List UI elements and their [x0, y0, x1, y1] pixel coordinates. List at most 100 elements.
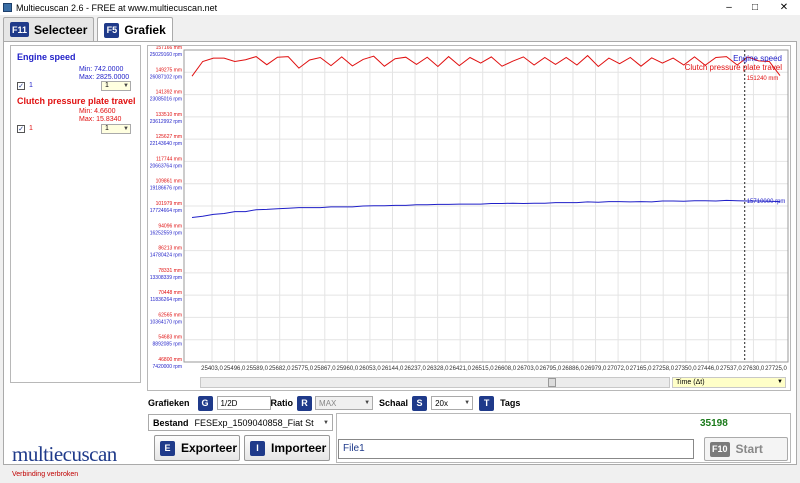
y-tick-label-rpm: 11836264 rpm	[150, 297, 182, 303]
file-name-value: File1	[343, 443, 365, 454]
signal-min: Min: 4.6600	[79, 108, 116, 115]
cursor-value-mm: 151240 mm	[747, 76, 779, 82]
x-tick-label: 25682,0	[269, 366, 291, 372]
signal-max: Max: 15.8340	[79, 116, 122, 123]
x-tick-label: 27165,0	[630, 366, 652, 372]
start-button[interactable]: F10 Start	[704, 437, 788, 461]
app-icon	[3, 3, 12, 12]
y-tick-label-mm: 54683 mm	[158, 335, 182, 341]
app-window: Multiecuscan 2.6 - FREE at www.multiecus…	[0, 0, 800, 483]
y-tick-label-mm: 125627 mm	[156, 134, 182, 140]
legend-engine-speed: Engine speed	[733, 54, 782, 63]
key-badge: G	[197, 395, 213, 411]
select-value: 1	[105, 82, 109, 89]
key-badge: F5	[104, 22, 120, 38]
y-tick-label-rpm: 7420000 rpm	[153, 364, 182, 370]
signal-max: Max: 2825.0000	[79, 74, 130, 81]
signal-checkbox[interactable]: ✓	[17, 125, 25, 133]
signal-scale-select[interactable]: 1 ▼	[101, 124, 131, 134]
export-label: Exporteer	[181, 441, 238, 455]
y-tick-label-mm: 101979 mm	[156, 201, 182, 207]
sample-counter: 35198	[700, 418, 728, 429]
chevron-down-icon: ▼	[123, 126, 129, 132]
start-label: Start	[735, 442, 763, 456]
tab-selecteer[interactable]: F11 Selecteer	[3, 17, 95, 41]
y-tick-label-mm: 78331 mm	[158, 268, 182, 274]
graph-area[interactable]: 25403,0 25496,0 25589,0 25682,0 25775,0 25867…	[147, 45, 791, 391]
minimize-icon[interactable]: –	[716, 0, 742, 15]
grafieken-label: Grafieken	[148, 398, 190, 408]
x-tick-label: 26703,0	[517, 366, 539, 372]
x-tick-label: 26795,0	[540, 366, 562, 372]
y-tick-label-mm: 62565 mm	[158, 312, 182, 318]
tab-label: Selecteer	[34, 22, 88, 37]
tags-toggle[interactable]: Tags	[500, 398, 520, 408]
x-tick-label: 27350,0	[675, 366, 697, 372]
export-button[interactable]: E Exporteer	[154, 435, 240, 461]
maximize-icon[interactable]: □	[742, 0, 768, 15]
y-tick-label-rpm: 23085016 rpm	[150, 97, 182, 103]
graph-svg: 25403,0 25496,0 25589,0 25682,0 25775,0 25867…	[150, 46, 789, 372]
y-tick-label-rpm: 14780424 rpm	[150, 253, 182, 259]
y-tick-label-mm: 94096 mm	[158, 223, 182, 229]
signal-name-clutch: Clutch pressure plate travel	[17, 96, 136, 106]
bestand-label: Bestand	[153, 417, 189, 428]
file-name-field[interactable]: File1	[338, 439, 694, 459]
chevron-down-icon: ▼	[123, 83, 129, 89]
ratio-select[interactable]: MAX ▼	[315, 396, 374, 410]
signal-scale-select[interactable]: 1 ▼	[101, 81, 131, 91]
x-tick-label: 26328,0	[427, 366, 449, 372]
connection-status: Verbinding verbroken	[12, 471, 79, 478]
file-select[interactable]: Bestand FESExp_1509040858_Fiat St ▼	[148, 414, 333, 431]
y-tick-label-mm: 109861 mm	[156, 179, 182, 185]
x-tick-label: 27725,0	[765, 366, 787, 372]
chevron-down-icon: ▼	[364, 400, 371, 406]
schaal-label: Schaal	[379, 398, 409, 408]
key-badge: F10	[710, 441, 730, 457]
x-tick-label: 26144,0	[382, 366, 404, 372]
y-tick-label-mm: 133510 mm	[156, 112, 182, 118]
select-value: 20x	[435, 398, 448, 408]
x-tick-label: 27630,0	[743, 366, 765, 372]
x-tick-label: 26886,0	[562, 366, 584, 372]
tab-bar: F11 Selecteer F5 Grafiek	[3, 17, 173, 42]
x-tick-label: 25589,0	[246, 366, 268, 372]
x-tick-label: 27072,0	[607, 366, 629, 372]
scroll-thumb[interactable]	[548, 378, 556, 387]
signal-check-label: 1	[29, 125, 33, 132]
x-tick-label: 25960,0	[337, 366, 359, 372]
signal-checkbox[interactable]: ✓	[17, 82, 25, 90]
window-title: Multiecuscan 2.6 - FREE at www.multiecus…	[16, 2, 218, 13]
time-axis-select[interactable]: Time (Δt) ▼	[672, 377, 786, 388]
signal-check-label: 1	[29, 82, 33, 89]
x-tick-label: 27258,0	[652, 366, 674, 372]
y-tick-label-rpm: 23612992 rpm	[150, 119, 182, 125]
x-tick-label: 27446,0	[697, 366, 719, 372]
chevron-down-icon: ▼	[323, 419, 329, 426]
x-tick-label: 25403,0	[201, 366, 223, 372]
x-tick-label: 26237,0	[404, 366, 426, 372]
import-button[interactable]: I Importeer	[244, 435, 330, 461]
key-badge: T	[479, 395, 495, 411]
file-select-value: FESExp_1509040858_Fiat St	[194, 417, 314, 428]
ratio-label: Ratio	[270, 398, 294, 408]
title-bar: Multiecuscan 2.6 - FREE at www.multiecus…	[0, 0, 800, 15]
signal-min: Min: 742.0000	[79, 66, 124, 73]
signal-list: Engine speed Min: 742.0000 Max: 2825.000…	[10, 45, 141, 383]
schaal-select[interactable]: 20x ▼	[431, 396, 474, 410]
x-tick-label: 26421,0	[449, 366, 471, 372]
y-tick-label-mm: 70448 mm	[158, 290, 182, 296]
tab-grafiek[interactable]: F5 Grafiek	[97, 17, 173, 42]
close-icon[interactable]: ✕	[768, 0, 800, 15]
key-badge: R	[297, 395, 313, 411]
grafieken-select[interactable]: 1/2D	[216, 396, 271, 410]
series-line-engine-speed	[191, 199, 781, 218]
time-scrollbar[interactable]	[200, 377, 670, 388]
legend-clutch: Clutch pressure plate travel	[685, 63, 783, 72]
chevron-down-icon: ▼	[777, 379, 783, 385]
y-tick-label-mm: 149275 mm	[156, 67, 182, 73]
x-tick-label: 25867,0	[314, 366, 336, 372]
key-badge: E	[160, 440, 175, 456]
chevron-down-icon: ▼	[464, 400, 471, 406]
cursor-value-rpm: 15710000 rpm	[747, 199, 786, 205]
